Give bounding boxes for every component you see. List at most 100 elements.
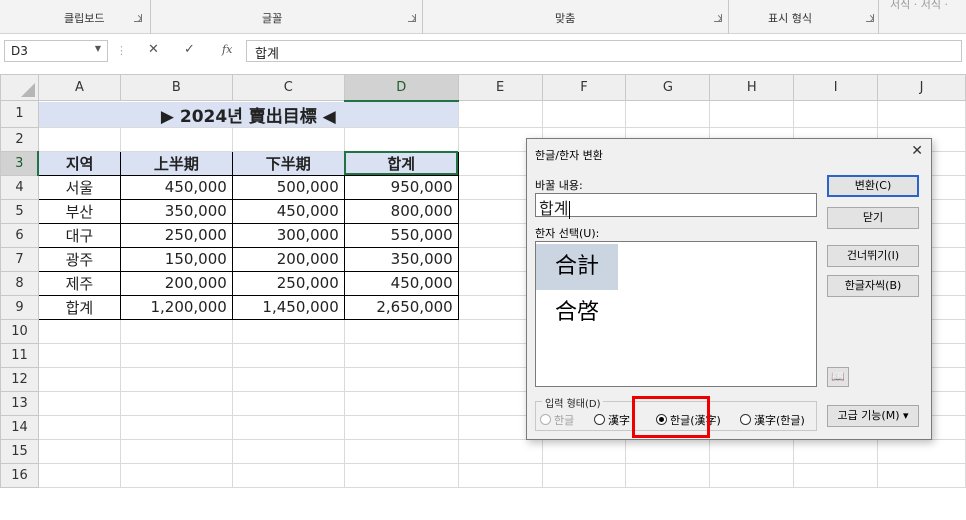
cell[interactable] [231, 390, 345, 416]
table-header-cell[interactable]: 지역 [37, 150, 121, 176]
cell[interactable] [37, 126, 121, 152]
cell[interactable] [343, 342, 459, 368]
cell[interactable] [231, 438, 345, 464]
column-header[interactable]: H [709, 74, 795, 101]
font-launcher-icon[interactable] [408, 14, 416, 22]
radio-hanja-hangul[interactable]: 漢字(한글) [740, 412, 805, 428]
cell[interactable] [457, 438, 543, 464]
cancel-icon[interactable]: ✕ [148, 42, 159, 57]
clipboard-launcher-icon[interactable] [134, 14, 142, 22]
cell[interactable] [457, 462, 543, 488]
hanja-option[interactable]: 合啓 [536, 290, 618, 336]
table-cell[interactable]: 합계 [37, 294, 121, 320]
cell[interactable] [343, 462, 459, 488]
cell[interactable] [343, 390, 459, 416]
cell[interactable] [119, 414, 233, 440]
cell[interactable] [625, 462, 711, 488]
radio-hanja[interactable]: 漢字 [594, 412, 630, 428]
cell[interactable] [793, 100, 879, 128]
column-header[interactable]: E [457, 74, 543, 101]
cell[interactable] [119, 318, 233, 344]
table-cell[interactable]: 250,000 [119, 222, 233, 248]
cell[interactable] [37, 414, 121, 440]
column-header[interactable]: I [793, 74, 879, 101]
name-box[interactable]: D3 ▼ [4, 40, 108, 62]
row-header[interactable]: 7 [0, 246, 39, 272]
hanja-option-selected[interactable]: 合計 [536, 244, 618, 290]
insert-function-icon[interactable]: fx [222, 43, 232, 56]
table-cell[interactable]: 450,000 [343, 270, 459, 296]
cell[interactable] [793, 438, 879, 464]
row-header[interactable]: 6 [0, 222, 39, 248]
row-header[interactable]: 10 [0, 318, 39, 344]
cell[interactable] [231, 366, 345, 392]
cell[interactable] [343, 126, 459, 152]
select-all-corner[interactable] [0, 74, 39, 101]
cell[interactable] [37, 462, 121, 488]
column-header[interactable]: J [877, 74, 966, 101]
table-cell[interactable]: 250,000 [231, 270, 345, 296]
cell[interactable] [709, 100, 795, 128]
row-header[interactable]: 1 [0, 100, 39, 128]
cell[interactable] [343, 318, 459, 344]
cell[interactable] [37, 318, 121, 344]
table-cell[interactable]: 500,000 [231, 174, 345, 200]
row-header[interactable]: 12 [0, 366, 39, 392]
cell[interactable] [877, 438, 966, 464]
dictionary-book-icon[interactable]: 📖 [827, 367, 849, 387]
convert-button[interactable]: 변환(C) [827, 175, 919, 197]
cell[interactable] [119, 366, 233, 392]
table-cell[interactable]: 450,000 [231, 198, 345, 224]
number-launcher-icon[interactable] [866, 14, 874, 22]
cell[interactable] [37, 438, 121, 464]
table-cell[interactable]: 350,000 [119, 198, 233, 224]
cell[interactable] [457, 100, 543, 128]
column-header-selected[interactable]: D [343, 74, 459, 102]
column-header[interactable]: F [541, 74, 627, 101]
table-header-cell[interactable]: 下半期 [231, 150, 345, 176]
cell[interactable] [541, 100, 627, 128]
hanja-list[interactable]: 合計 合啓 [535, 241, 817, 387]
cell[interactable] [877, 462, 966, 488]
advanced-button[interactable]: 고급 기능(M) ▾ [827, 405, 919, 427]
cell[interactable] [877, 100, 966, 128]
cell[interactable] [119, 390, 233, 416]
close-icon[interactable]: ✕ [911, 143, 923, 159]
table-cell[interactable]: 200,000 [231, 246, 345, 272]
row-header-selected[interactable]: 3 [0, 150, 40, 176]
cell[interactable] [231, 318, 345, 344]
cell[interactable] [231, 462, 345, 488]
row-header[interactable]: 14 [0, 414, 39, 440]
cell[interactable] [343, 414, 459, 440]
enter-check-icon[interactable]: ✓ [184, 42, 195, 57]
row-header[interactable]: 5 [0, 198, 39, 224]
cell[interactable] [343, 366, 459, 392]
close-button[interactable]: 닫기 [827, 207, 919, 229]
chevron-down-icon[interactable]: ▼ [95, 44, 101, 53]
column-header[interactable]: G [625, 74, 711, 101]
row-header[interactable]: 8 [0, 270, 39, 296]
table-cell[interactable]: 200,000 [119, 270, 233, 296]
table-cell[interactable]: 서울 [37, 174, 121, 200]
change-content-input[interactable]: 합계 [535, 193, 817, 219]
column-header[interactable]: B [119, 74, 233, 101]
title-cell[interactable]: ▶ 2024년 賣出目標 ◀ [37, 100, 459, 128]
table-cell[interactable]: 1,200,000 [119, 294, 233, 320]
one-char-button[interactable]: 한글자씩(B) [827, 275, 919, 297]
cell[interactable] [625, 438, 711, 464]
row-header[interactable]: 2 [0, 126, 39, 152]
cell[interactable] [119, 342, 233, 368]
cell[interactable] [231, 414, 345, 440]
row-header[interactable]: 16 [0, 462, 39, 488]
table-cell[interactable]: 2,650,000 [343, 294, 459, 320]
cell[interactable] [231, 342, 345, 368]
cell[interactable] [343, 438, 459, 464]
table-cell[interactable]: 광주 [37, 246, 121, 272]
table-cell[interactable]: 550,000 [343, 222, 459, 248]
formula-input[interactable]: 합계 [246, 40, 962, 62]
alignment-launcher-icon[interactable] [714, 14, 722, 22]
cell[interactable] [709, 438, 795, 464]
table-cell[interactable]: 대구 [37, 222, 121, 248]
cell[interactable] [231, 126, 345, 152]
row-header[interactable]: 9 [0, 294, 39, 320]
